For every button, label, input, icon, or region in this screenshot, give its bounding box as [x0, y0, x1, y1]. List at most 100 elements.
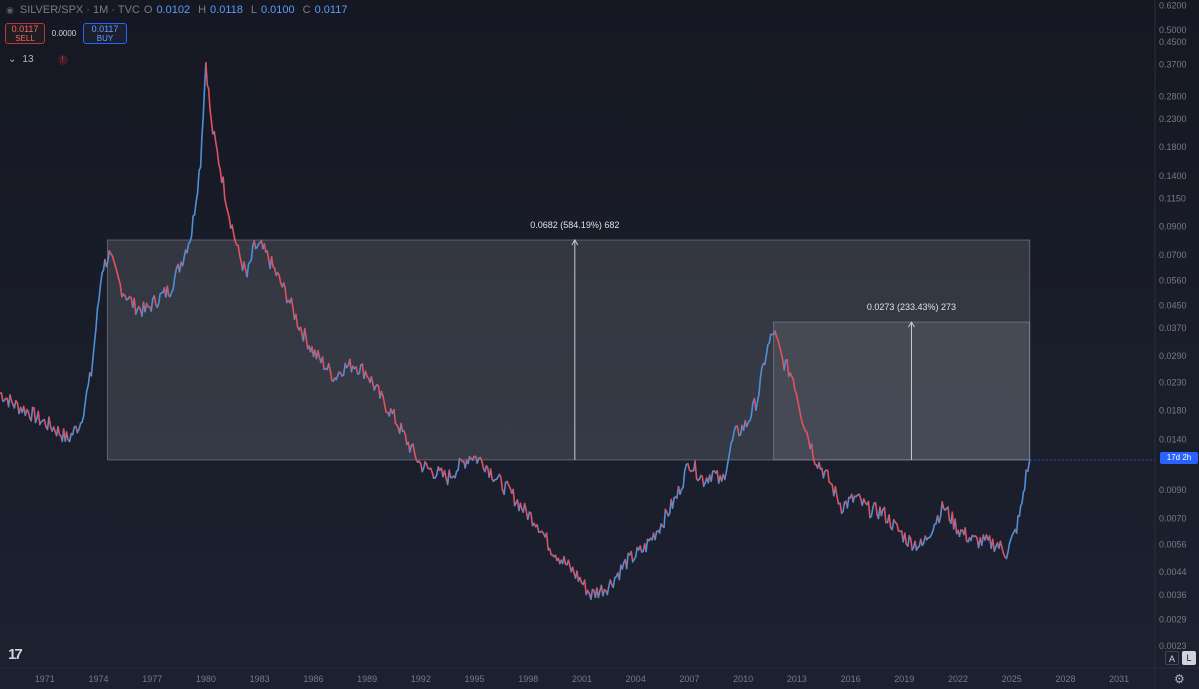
series-segment — [563, 555, 567, 565]
series-segment — [883, 506, 887, 524]
series-segment — [964, 527, 968, 542]
series-segment — [519, 502, 523, 511]
y-tick-label: 0.0070 — [1159, 514, 1187, 524]
y-tick-label: 0.0056 — [1159, 539, 1187, 549]
x-tick-label: 2031 — [1109, 674, 1129, 684]
series-segment — [216, 150, 220, 166]
series-segment — [481, 460, 485, 470]
y-tick-label: 0.0023 — [1159, 641, 1187, 651]
series-segment — [190, 215, 194, 237]
x-tick-label: 2016 — [841, 674, 861, 684]
series-segment — [99, 271, 103, 286]
y-tick-label: 0.0290 — [1159, 351, 1187, 361]
series-segment — [523, 502, 528, 512]
series-segment — [958, 529, 962, 538]
series-segment — [896, 523, 900, 532]
y-tick-label: 0.5000 — [1159, 25, 1187, 35]
series-segment — [218, 163, 222, 171]
ohlc-open-value: 0.0102 — [156, 4, 191, 16]
series-segment — [671, 497, 675, 510]
x-tick-label: 1995 — [465, 674, 485, 684]
time-axis[interactable]: 9681971197419771980198319861989199219951… — [0, 667, 1199, 684]
series-segment — [545, 532, 550, 551]
series-segment — [687, 462, 691, 471]
x-tick-label: 1971 — [35, 674, 55, 684]
x-tick-label: 2004 — [626, 674, 646, 684]
indicators-toggle[interactable]: ⌄ 13 ! — [8, 54, 68, 65]
sell-button[interactable]: 0.0117 SELL — [5, 23, 45, 44]
series-segment — [85, 383, 90, 393]
series-segment — [839, 502, 843, 515]
series-segment — [909, 537, 914, 551]
ohlc-close-value: 0.0117 — [314, 4, 348, 16]
series-segment — [654, 530, 658, 541]
y-tick-label: 0.0180 — [1159, 406, 1187, 416]
gear-icon[interactable]: ⚙ — [1174, 672, 1185, 686]
series-segment — [1007, 542, 1011, 554]
series-segment — [914, 540, 918, 551]
series-segment — [81, 414, 85, 423]
series-segment — [725, 461, 729, 473]
series-segment — [443, 469, 447, 479]
series-segment — [215, 141, 219, 152]
x-tick-label: 2007 — [679, 674, 699, 684]
series-segment — [954, 518, 958, 535]
series-segment — [0, 392, 4, 403]
trade-buttons: 0.0117 SELL 0.0000 0.0117 BUY — [5, 23, 127, 44]
series-segment — [78, 422, 82, 431]
series-segment — [9, 394, 13, 402]
series-segment — [834, 485, 838, 497]
series-segment — [1027, 459, 1031, 472]
series-segment — [576, 570, 580, 582]
series-segment — [536, 523, 540, 534]
y-tick-label: 0.0230 — [1159, 378, 1187, 388]
ohlc-low-value: 0.0100 — [261, 4, 295, 16]
series-segment — [658, 523, 662, 534]
series-segment — [448, 469, 452, 479]
series-segment — [96, 298, 100, 309]
series-segment — [500, 476, 504, 491]
x-tick-label: 1992 — [411, 674, 431, 684]
series-segment — [43, 418, 47, 428]
measure-label-1: 0.0682 (584.19%) 682 — [530, 219, 620, 230]
y-tick-label: 0.1150 — [1159, 193, 1186, 203]
y-tick-label: 0.0090 — [1159, 485, 1187, 495]
series-segment — [947, 506, 951, 521]
series-segment — [842, 501, 846, 513]
series-segment — [606, 585, 610, 596]
series-segment — [1005, 551, 1009, 560]
y-tick-label: 0.0450 — [1159, 301, 1187, 311]
symbol-title[interactable]: SILVER/SPX · 1M · TVC — [20, 4, 140, 16]
series-segment — [694, 460, 698, 480]
ohlc-close-key: C — [302, 4, 311, 16]
x-tick-label: 2025 — [1002, 674, 1022, 684]
x-tick-label: 2022 — [948, 674, 968, 684]
warning-icon[interactable]: ! — [57, 54, 68, 65]
y-tick-label: 0.3700 — [1159, 60, 1187, 70]
series-segment — [222, 176, 226, 199]
buy-button[interactable]: 0.0117 BUY — [83, 23, 127, 44]
series-segment — [71, 426, 76, 436]
series-segment — [548, 547, 553, 556]
price-axis[interactable]: 0.6200 0.5000 0.4500 0.3700 0.2800 0.2300 0.18… — [1154, 0, 1187, 689]
tradingview-logo-icon[interactable]: 17 — [8, 646, 23, 663]
measure-box-2[interactable] — [773, 321, 1031, 461]
series-segment — [503, 481, 507, 496]
y-tick-label: 0.0044 — [1159, 567, 1187, 577]
y-tick-label: 0.1400 — [1159, 171, 1187, 181]
auto-scale-button[interactable]: A — [1165, 651, 1179, 665]
buy-label: BUY — [96, 34, 114, 43]
x-tick-label: 1974 — [88, 674, 108, 684]
series-segment — [612, 576, 616, 589]
y-tick-label: 0.0900 — [1159, 221, 1187, 231]
series-segment — [48, 416, 52, 428]
visibility-icon[interactable]: ◉ — [6, 5, 14, 16]
series-segment — [826, 469, 830, 483]
series-segment — [454, 470, 458, 479]
x-tick-label: 2019 — [894, 674, 914, 684]
price-chart[interactable]: 0.6200 0.5000 0.4500 0.3700 0.2800 0.2300 0.18… — [0, 0, 1199, 689]
series-segment — [93, 328, 97, 345]
series-segment — [1018, 505, 1022, 518]
log-scale-button[interactable]: L — [1182, 651, 1196, 665]
ohlc-high-value: 0.0118 — [210, 4, 243, 16]
